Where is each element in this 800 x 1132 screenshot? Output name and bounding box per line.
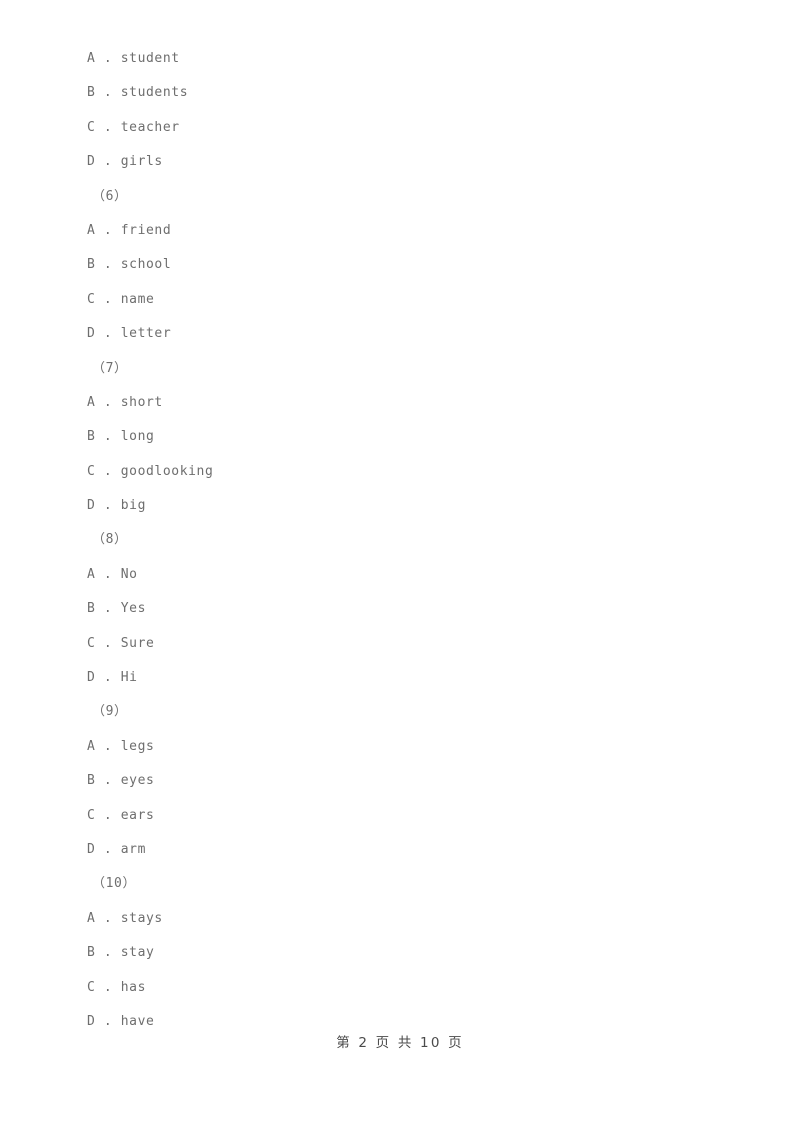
- option-separator: .: [95, 85, 121, 101]
- answer-option: D . big: [87, 489, 727, 523]
- option-separator: .: [95, 119, 121, 135]
- question-number-label: （6）: [92, 188, 128, 204]
- question-number-label: （10）: [92, 876, 137, 892]
- option-text: legs: [120, 738, 155, 754]
- option-separator: .: [95, 635, 121, 651]
- option-separator: .: [95, 601, 121, 617]
- option-separator: .: [95, 51, 121, 66]
- option-text: teacher: [120, 119, 180, 135]
- answer-option: A . short: [87, 386, 727, 420]
- question-number-label: （8）: [92, 532, 128, 548]
- option-text: No: [120, 566, 138, 582]
- question-number: （10）: [87, 867, 727, 901]
- question-number: （7）: [87, 352, 727, 386]
- question-number: （8）: [87, 523, 727, 557]
- question-options-list: A . student B . students C . teacher D . gi…: [87, 42, 727, 1039]
- answer-option: A . student: [87, 42, 727, 76]
- option-text: girls: [120, 154, 163, 170]
- answer-option: C . Sure: [87, 627, 727, 661]
- option-text: have: [120, 1013, 155, 1029]
- answer-option: C . has: [87, 971, 727, 1005]
- document-page: A . student B . students C . teacher D . gi…: [0, 0, 800, 1132]
- option-separator: .: [95, 738, 121, 754]
- answer-option: A . legs: [87, 730, 727, 764]
- option-text: goodlooking: [120, 463, 214, 479]
- option-separator: .: [95, 807, 121, 823]
- option-text: friend: [120, 222, 172, 238]
- option-text: Sure: [120, 635, 155, 651]
- option-separator: .: [95, 257, 121, 273]
- option-text: has: [120, 979, 146, 995]
- option-text: student: [120, 51, 180, 66]
- answer-option: A . friend: [87, 214, 727, 248]
- option-separator: .: [95, 841, 121, 857]
- option-text: letter: [120, 326, 172, 342]
- answer-option: C . goodlooking: [87, 455, 727, 489]
- question-number: （6）: [87, 180, 727, 214]
- answer-option: D . girls: [87, 145, 727, 179]
- answer-option: D . Hi: [87, 661, 727, 695]
- option-separator: .: [95, 910, 121, 926]
- option-separator: .: [95, 222, 121, 238]
- option-separator: .: [95, 773, 121, 789]
- option-text: stay: [120, 945, 155, 961]
- option-separator: .: [95, 291, 121, 307]
- answer-option: C . ears: [87, 799, 727, 833]
- answer-option: B . Yes: [87, 592, 727, 626]
- answer-option: B . school: [87, 248, 727, 282]
- option-separator: .: [95, 1013, 121, 1029]
- answer-option: B . stay: [87, 936, 727, 970]
- answer-option: B . long: [87, 420, 727, 454]
- option-separator: .: [95, 979, 121, 995]
- option-text: big: [120, 498, 146, 514]
- answer-option: C . teacher: [87, 111, 727, 145]
- option-separator: .: [95, 670, 121, 686]
- question-number: （9）: [87, 695, 727, 729]
- option-separator: .: [95, 566, 121, 582]
- option-text: short: [120, 394, 163, 410]
- option-separator: .: [95, 498, 121, 514]
- option-separator: .: [95, 463, 121, 479]
- option-separator: .: [95, 429, 121, 445]
- answer-option: A . No: [87, 558, 727, 592]
- option-text: long: [120, 429, 155, 445]
- option-separator: .: [95, 154, 121, 170]
- option-text: eyes: [120, 773, 155, 789]
- option-text: name: [120, 291, 155, 307]
- option-text: ears: [120, 807, 155, 823]
- page-footer: 第 2 页 共 10 页: [336, 1035, 464, 1051]
- answer-option: D . letter: [87, 317, 727, 351]
- option-text: Yes: [120, 601, 146, 617]
- question-number-label: （7）: [92, 360, 128, 376]
- answer-option: D . arm: [87, 833, 727, 867]
- answer-option: A . stays: [87, 902, 727, 936]
- option-separator: .: [95, 326, 121, 342]
- option-separator: .: [95, 394, 121, 410]
- answer-option: B . students: [87, 76, 727, 110]
- answer-option: C . name: [87, 283, 727, 317]
- answer-option: B . eyes: [87, 764, 727, 798]
- option-text: school: [120, 257, 172, 273]
- option-text: arm: [120, 841, 146, 857]
- option-separator: .: [95, 945, 121, 961]
- option-text: stays: [120, 910, 163, 926]
- option-text: students: [120, 85, 189, 101]
- option-text: Hi: [120, 670, 138, 686]
- question-number-label: （9）: [92, 704, 128, 720]
